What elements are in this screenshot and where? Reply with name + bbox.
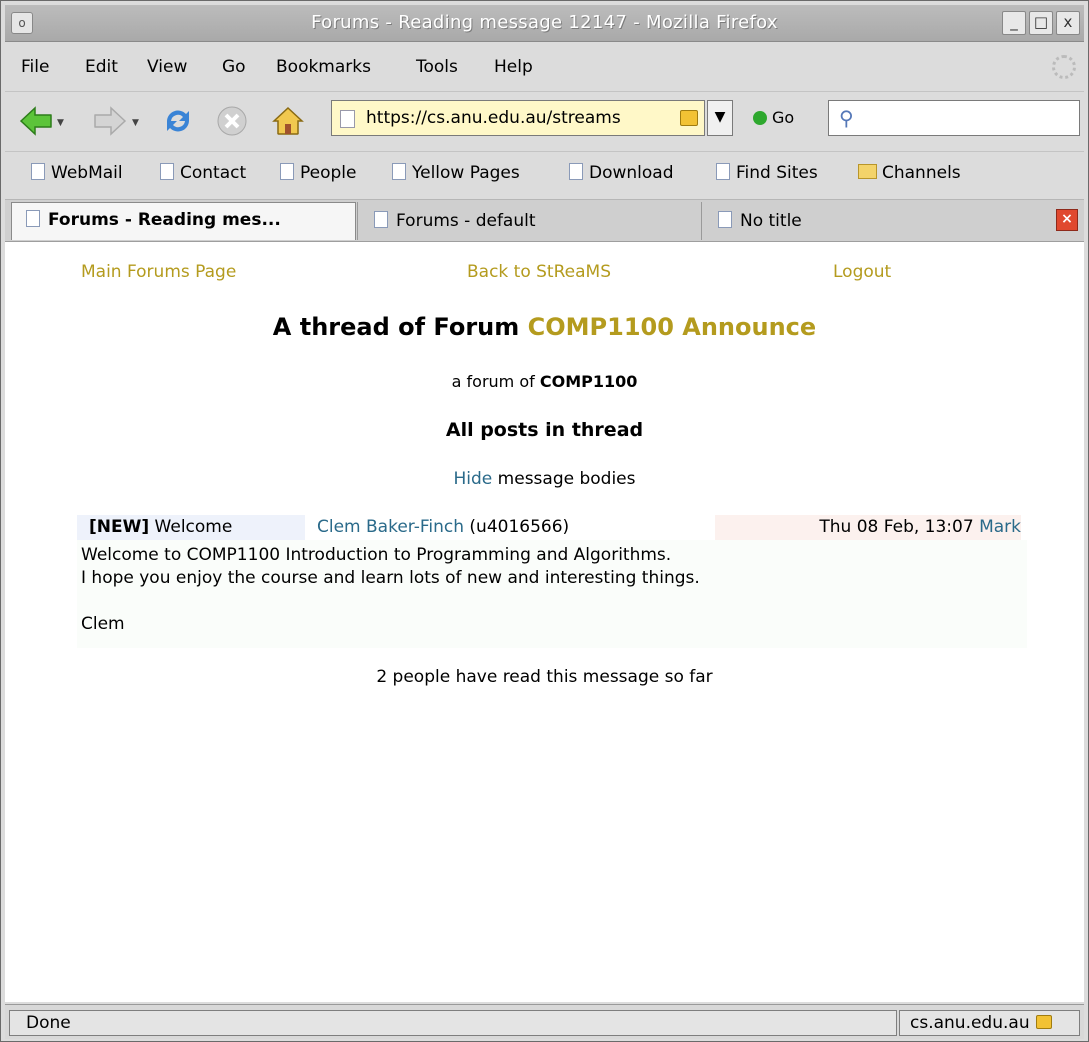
hide-bodies-text: message bodies xyxy=(492,469,636,489)
menu-go[interactable]: Go xyxy=(222,57,246,77)
forum-subtitle: a forum of COMP1100 xyxy=(5,372,1084,391)
bookmark-find-sites[interactable]: Find Sites xyxy=(716,163,818,183)
menu-bookmarks[interactable]: Bookmarks xyxy=(276,57,371,77)
forward-arrow-icon[interactable] xyxy=(93,104,127,138)
post-signature: Clem xyxy=(81,614,125,634)
post-subject: [NEW] Welcome xyxy=(77,515,305,540)
stop-icon[interactable] xyxy=(215,104,249,138)
close-tab-icon[interactable]: × xyxy=(1056,209,1078,231)
subtitle-prefix: a forum of xyxy=(451,372,535,391)
back-to-streams-link[interactable]: Back to StReaMS xyxy=(467,262,611,282)
tab-bar: Forums - Reading mes... Forums - default… xyxy=(5,199,1084,242)
hide-bodies-link[interactable]: Hide xyxy=(454,469,493,489)
post-body-line: Welcome to COMP1100 Introduction to Prog… xyxy=(81,545,672,565)
main-forums-link[interactable]: Main Forums Page xyxy=(81,262,236,282)
back-dropdown-icon[interactable]: ▼ xyxy=(57,118,64,128)
reload-icon[interactable] xyxy=(161,104,195,138)
page-content: Main Forums Page Back to StReaMS Logout … xyxy=(5,241,1084,1002)
course-code: COMP1100 xyxy=(539,372,638,391)
home-icon[interactable] xyxy=(271,104,305,138)
post-body: Welcome to COMP1100 Introduction to Prog… xyxy=(77,540,1027,648)
tab-forums-default[interactable]: Forums - default xyxy=(357,202,702,240)
tab-label: No title xyxy=(740,211,802,231)
tab-page-icon xyxy=(374,211,388,228)
page-title: A thread of Forum COMP1100 Announce xyxy=(5,313,1084,341)
go-label: Go xyxy=(772,108,795,127)
go-button[interactable]: Go xyxy=(753,108,794,127)
go-icon xyxy=(753,111,767,125)
folder-icon xyxy=(858,164,877,179)
title-bar[interactable]: o Forums - Reading message 12147 - Mozil… xyxy=(5,5,1084,42)
bookmark-page-icon xyxy=(280,163,294,180)
menu-view[interactable]: View xyxy=(147,57,187,77)
bookmark-page-icon xyxy=(160,163,174,180)
menu-file[interactable]: File xyxy=(21,57,49,77)
title-prefix: A thread of Forum xyxy=(272,313,520,341)
url-text: https://cs.anu.edu.au/streams xyxy=(366,108,621,128)
bookmark-people[interactable]: People xyxy=(280,163,356,183)
menu-bar: File Edit View Go Bookmarks Tools Help xyxy=(5,49,1084,85)
bookmark-channels[interactable]: Channels xyxy=(858,163,961,183)
mark-link[interactable]: Mark xyxy=(979,517,1021,537)
search-input[interactable]: ⚲ xyxy=(828,100,1080,136)
forum-name-link[interactable]: COMP1100 Announce xyxy=(528,313,817,341)
bookmark-webmail[interactable]: WebMail xyxy=(31,163,123,183)
bookmark-page-icon xyxy=(569,163,583,180)
post-subject-text: Welcome xyxy=(154,517,233,537)
bookmark-page-icon xyxy=(31,163,45,180)
bookmark-contact[interactable]: Contact xyxy=(160,163,246,183)
domain-text: cs.anu.edu.au xyxy=(910,1013,1030,1033)
url-history-dropdown[interactable]: ▼ xyxy=(707,100,733,136)
post: [NEW] Welcome Clem Baker-Finch (u4016566… xyxy=(77,515,1027,648)
author-uid: (u4016566) xyxy=(469,517,570,537)
window-title: Forums - Reading message 12147 - Mozilla… xyxy=(311,12,778,33)
author-link[interactable]: Clem Baker-Finch xyxy=(317,517,464,537)
bookmark-page-icon xyxy=(392,163,406,180)
maximize-button[interactable]: □ xyxy=(1029,11,1053,35)
tab-label: Forums - default xyxy=(396,211,536,231)
forward-dropdown-icon[interactable]: ▼ xyxy=(132,118,139,128)
post-author: Clem Baker-Finch (u4016566) xyxy=(317,517,569,537)
search-icon[interactable]: ⚲ xyxy=(839,106,854,130)
lock-icon[interactable] xyxy=(1035,1015,1052,1029)
menu-tools[interactable]: Tools xyxy=(416,57,458,77)
menu-help[interactable]: Help xyxy=(494,57,533,77)
throbber-icon xyxy=(1052,55,1076,79)
bookmark-page-icon xyxy=(716,163,730,180)
navigation-toolbar: ▼ ▼ https://cs.anu.edu.au/streams ▼ Go ⚲ xyxy=(5,91,1084,150)
bookmarks-toolbar: WebMail Contact People Yellow Pages Down… xyxy=(5,151,1084,194)
security-status[interactable]: cs.anu.edu.au xyxy=(899,1010,1080,1036)
bookmark-download[interactable]: Download xyxy=(569,163,674,183)
status-bar: Done cs.anu.edu.au xyxy=(5,1004,1084,1039)
lock-icon[interactable] xyxy=(680,110,698,126)
browser-window: o Forums - Reading message 12147 - Mozil… xyxy=(0,0,1089,1042)
tab-no-title[interactable]: No title xyxy=(701,202,1046,240)
read-count: 2 people have read this message so far xyxy=(376,667,713,687)
status-text: Done xyxy=(9,1010,897,1036)
url-bar[interactable]: https://cs.anu.edu.au/streams xyxy=(331,100,705,136)
minimize-button[interactable]: _ xyxy=(1002,11,1026,35)
logout-link[interactable]: Logout xyxy=(833,262,891,282)
page-icon xyxy=(340,110,355,128)
tab-page-icon xyxy=(26,210,40,227)
back-arrow-icon[interactable] xyxy=(19,104,53,138)
bookmark-yellow-pages[interactable]: Yellow Pages xyxy=(392,163,520,183)
post-header: [NEW] Welcome Clem Baker-Finch (u4016566… xyxy=(77,515,1027,540)
post-date-text: Thu 08 Feb, 13:07 xyxy=(819,517,974,537)
close-window-button[interactable]: x xyxy=(1056,11,1080,35)
tab-label: Forums - Reading mes... xyxy=(48,210,281,230)
tab-page-icon xyxy=(718,211,732,228)
post-body-line: I hope you enjoy the course and learn lo… xyxy=(81,568,700,588)
posts-heading: All posts in thread xyxy=(445,419,644,441)
hide-bodies-row: Hide message bodies xyxy=(5,469,1084,489)
post-date: Thu 08 Feb, 13:07 Mark xyxy=(715,515,1021,540)
tab-forums-reading[interactable]: Forums - Reading mes... xyxy=(11,202,356,240)
menu-edit[interactable]: Edit xyxy=(85,57,118,77)
new-badge: [NEW] xyxy=(89,517,150,537)
